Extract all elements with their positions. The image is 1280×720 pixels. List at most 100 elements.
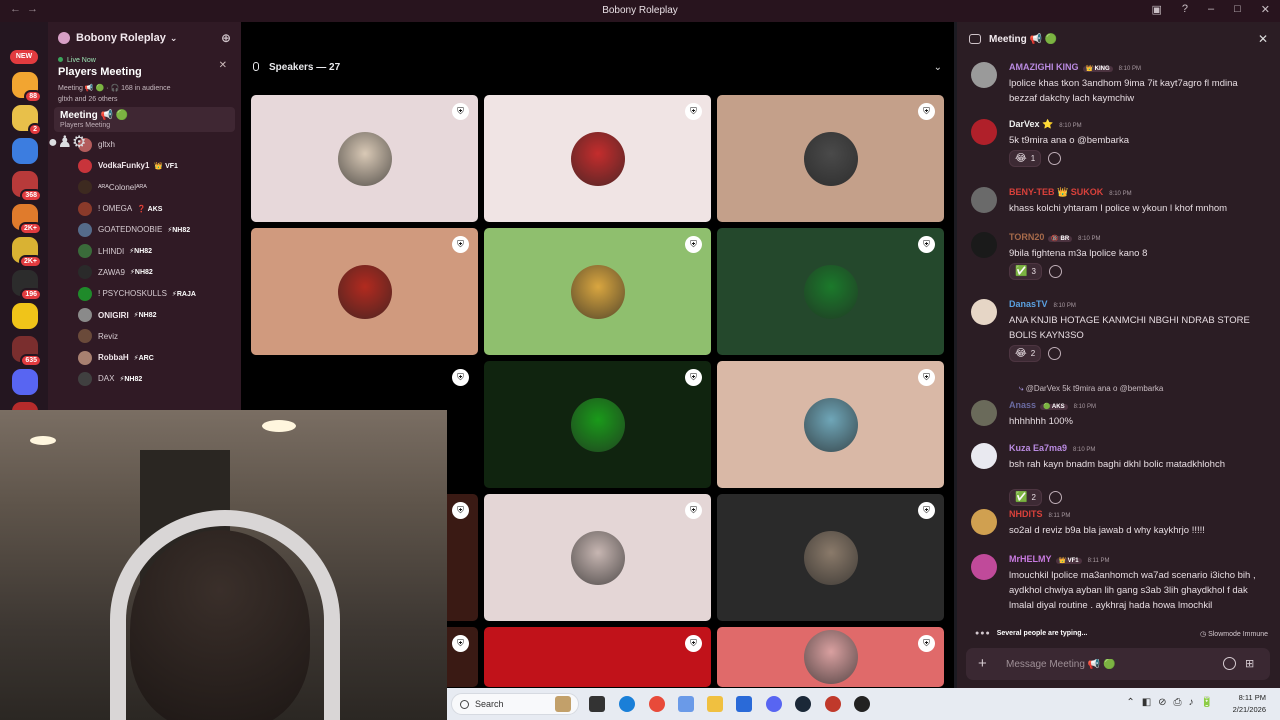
taskbar-widget-icon[interactable] bbox=[555, 696, 571, 712]
reply-preview[interactable]: ⤷ @DarVex 5k t9mira ana o @bembarka bbox=[1019, 384, 1163, 394]
close-icon[interactable]: ✕ bbox=[1258, 32, 1268, 46]
task-view-icon[interactable] bbox=[589, 696, 605, 712]
live-now-label: Live Now bbox=[48, 54, 241, 64]
server-icon[interactable] bbox=[12, 303, 38, 329]
username[interactable]: Kuza Ea7ma9 8:10 PM bbox=[1009, 443, 1095, 453]
avatar[interactable] bbox=[971, 509, 997, 535]
chevron-down-icon[interactable]: ⌄ bbox=[934, 62, 942, 73]
username[interactable]: DarVex ⭐ 8:10 PM bbox=[1009, 119, 1082, 130]
gear-icon[interactable]: ⚙ bbox=[72, 134, 86, 151]
invite-icon[interactable]: ♟ bbox=[58, 134, 72, 151]
chat-title: Meeting 📢 🟢 bbox=[989, 33, 1058, 45]
voice-member[interactable]: ! OMEGA ❓ AKS bbox=[48, 198, 241, 219]
server-icon[interactable]: 2 bbox=[12, 105, 42, 136]
emoji-icon[interactable] bbox=[1223, 657, 1236, 670]
add-reaction-icon[interactable] bbox=[1048, 347, 1062, 360]
avatar[interactable] bbox=[971, 299, 997, 325]
avatar[interactable] bbox=[971, 443, 997, 469]
voice-member[interactable]: DAX ⚡NH82 bbox=[48, 368, 241, 389]
speaker-tile[interactable]: ⛨ bbox=[484, 95, 711, 222]
message-text: bsh rah kayn bnadm baghi dkhl bolic mata… bbox=[1009, 459, 1225, 470]
speaker-tile[interactable]: ⛨ bbox=[717, 95, 944, 222]
copilot-icon[interactable] bbox=[678, 696, 694, 712]
username[interactable]: MrHELMY 👑 VF1 8:11 PM bbox=[1009, 554, 1110, 564]
voice-channel-meeting[interactable]: Meeting 📢 🟢 Players Meeting bbox=[54, 107, 235, 132]
reaction-chip[interactable]: 😂 1 bbox=[1009, 150, 1042, 167]
server-icon[interactable] bbox=[12, 369, 38, 395]
help-icon[interactable]: ? bbox=[1182, 3, 1188, 16]
new-badge[interactable]: NEW bbox=[10, 50, 38, 64]
username[interactable]: BENY-TEB 👑 SUKOK 8:10 PM bbox=[1009, 187, 1132, 198]
voice-member[interactable]: ᴬᴿᴬColonelᴬᴿᴬ bbox=[48, 177, 241, 198]
app-icon[interactable] bbox=[825, 696, 841, 712]
username[interactable]: DanasTV 8:10 PM bbox=[1009, 299, 1076, 309]
server-icon[interactable]: 2K+ bbox=[12, 237, 42, 268]
avatar[interactable] bbox=[971, 554, 997, 580]
username[interactable]: Anass 🟢 AKS 8:10 PM bbox=[1009, 400, 1096, 410]
channel-sidebar: Bobony Roleplay ⌄ ⊕ Live Now Players Mee… bbox=[48, 22, 241, 410]
channel-tools[interactable]: ●♟⚙ bbox=[48, 132, 86, 152]
avatar[interactable] bbox=[971, 232, 997, 258]
voice-member[interactable]: VodkaFunky1 👑 VF1 bbox=[48, 155, 241, 176]
add-reaction-icon[interactable] bbox=[1048, 491, 1062, 504]
inbox-icon[interactable]: ▣ bbox=[1151, 3, 1161, 16]
speaker-tile[interactable]: ⛨ bbox=[484, 627, 711, 687]
reaction-chip[interactable]: ✅ 3 bbox=[1009, 263, 1042, 280]
username[interactable]: NHDITS 8:11 PM bbox=[1009, 509, 1070, 519]
add-reaction-icon[interactable] bbox=[1048, 152, 1062, 165]
server-icon[interactable]: 88 bbox=[12, 72, 42, 103]
speaker-avatar bbox=[803, 397, 858, 452]
server-icon[interactable]: 635 bbox=[12, 336, 42, 367]
store-icon[interactable] bbox=[736, 696, 752, 712]
chat-icon[interactable]: ● bbox=[48, 134, 58, 151]
speaker-tile[interactable]: ⛨ bbox=[484, 361, 711, 488]
minimize-button[interactable]: – bbox=[1208, 3, 1214, 16]
obs-icon[interactable] bbox=[854, 696, 870, 712]
file-explorer-icon[interactable] bbox=[707, 696, 723, 712]
close-icon[interactable]: ✕ bbox=[219, 60, 227, 71]
apps-icon[interactable]: ⊞ bbox=[1245, 657, 1258, 670]
username[interactable]: AMAZIGHI KING 👑 KING 8:10 PM bbox=[1009, 62, 1141, 72]
server-header[interactable]: Bobony Roleplay ⌄ ⊕ bbox=[48, 22, 241, 54]
speaker-tile[interactable]: ⛨ bbox=[484, 494, 711, 621]
edge-icon[interactable] bbox=[619, 696, 635, 712]
voice-member[interactable]: ! PSYCHOSKULLS ⚡RAJA bbox=[48, 283, 241, 304]
speaker-tile[interactable]: ⛨ bbox=[717, 228, 944, 355]
chrome-icon[interactable] bbox=[649, 696, 665, 712]
close-window-button[interactable]: ✕ bbox=[1261, 3, 1270, 16]
server-icon[interactable]: 2K+ bbox=[12, 204, 42, 235]
voice-member[interactable]: GOATEDNOOBIE ⚡NH82 bbox=[48, 219, 241, 240]
add-attachment-icon[interactable]: + bbox=[978, 655, 987, 672]
maximize-button[interactable]: □ bbox=[1234, 3, 1241, 16]
speaker-tile[interactable]: ⛨ bbox=[717, 494, 944, 621]
avatar[interactable] bbox=[971, 119, 997, 145]
steam-icon[interactable] bbox=[795, 696, 811, 712]
add-member-icon[interactable]: ⊕ bbox=[221, 31, 231, 45]
voice-member[interactable]: ZAWA9 ⚡NH82 bbox=[48, 262, 241, 283]
speaker-tile[interactable]: ⛨ bbox=[251, 95, 478, 222]
message-text: hhhhhhh 100% bbox=[1009, 416, 1073, 427]
message-input[interactable] bbox=[1006, 656, 1206, 672]
avatar[interactable] bbox=[971, 400, 997, 426]
voice-member[interactable]: Reviz bbox=[48, 326, 241, 347]
discord-icon[interactable] bbox=[766, 696, 782, 712]
voice-member[interactable]: ONIGIRI ⚡NH82 bbox=[48, 304, 241, 325]
server-icon[interactable]: 368 bbox=[12, 171, 42, 202]
server-icon[interactable] bbox=[12, 138, 38, 164]
avatar[interactable] bbox=[971, 62, 997, 88]
system-tray[interactable]: ⌃◧⊘⎙♪🔋 bbox=[1126, 697, 1220, 708]
avatar[interactable] bbox=[971, 187, 997, 213]
speaker-tile[interactable]: ⛨ bbox=[251, 228, 478, 355]
add-reaction-icon[interactable] bbox=[1048, 265, 1062, 278]
server-icon[interactable]: 196 bbox=[12, 270, 42, 301]
speaker-tile[interactable]: ⛨ bbox=[717, 627, 944, 687]
speaker-tile[interactable]: ⛨ bbox=[484, 228, 711, 355]
event-title[interactable]: Players Meeting bbox=[48, 64, 241, 80]
speaker-tile[interactable]: ⛨ bbox=[717, 361, 944, 488]
voice-member[interactable]: RobbaH ⚡ARC bbox=[48, 347, 241, 368]
username[interactable]: TORN20 🔞 BR 8:10 PM bbox=[1009, 232, 1101, 242]
voice-member[interactable]: LHINDI ⚡NH82 bbox=[48, 240, 241, 261]
reaction-chip[interactable]: 😂 2 bbox=[1009, 345, 1042, 362]
reaction-chip[interactable]: ✅ 2 bbox=[1009, 489, 1042, 506]
clock[interactable]: 8:11 PM 2/21/2026 bbox=[1233, 692, 1266, 716]
